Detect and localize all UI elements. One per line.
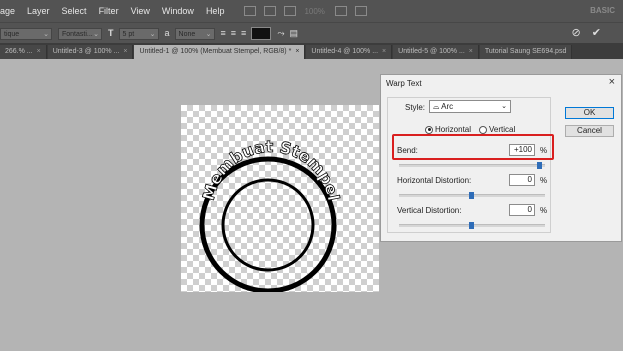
commit-check-icon[interactable]: ✔	[592, 27, 601, 39]
inner-ring	[221, 178, 315, 272]
chevron-down-icon: ⌄	[205, 30, 212, 38]
font-style-value: Fontasti...	[62, 30, 93, 38]
vertical-radio[interactable]: Vertical	[479, 125, 515, 134]
antialias-value: None	[178, 30, 196, 38]
stamp-graphic: Membuat Stempel	[198, 137, 344, 294]
tab-untitled-4[interactable]: Untitled-4 @ 100% ... ×	[306, 45, 393, 59]
warp-text-icon[interactable]: ⤳	[277, 27, 284, 40]
horizontal-distortion-label: Horizontal Distortion:	[397, 176, 472, 185]
horizontal-distortion-input[interactable]: 0	[509, 174, 535, 186]
cancel-icon[interactable]: ⊘	[572, 27, 581, 39]
font-family-select[interactable]: tique ⌄	[0, 27, 52, 40]
menu-filter[interactable]: Filter	[99, 6, 119, 16]
horizontal-radio[interactable]: Horizontal	[425, 125, 471, 134]
horizontal-distortion-slider-thumb[interactable]	[469, 192, 474, 199]
percent-label: %	[540, 176, 548, 185]
document-canvas[interactable]: Membuat Stempel	[181, 105, 379, 294]
close-icon[interactable]: ×	[123, 48, 127, 55]
tab-label: Untitled-3 @ 100% ...	[52, 48, 120, 55]
vertical-label: Vertical	[489, 125, 516, 134]
percent-label: %	[540, 206, 548, 215]
cancel-button[interactable]: Cancel	[565, 125, 614, 137]
style-select[interactable]: ⌓ Arc ⌄	[429, 100, 511, 113]
bridge-icon[interactable]	[244, 6, 257, 16]
vertical-distortion-slider-thumb[interactable]	[469, 222, 474, 229]
zoom-level[interactable]: 100%	[304, 7, 324, 16]
tab-label: Untitled-5 @ 100% ...	[398, 48, 465, 55]
options-bar: tique ⌄ Fontasti... ⌄ T 5 pt ⌄ a None ⌄ …	[0, 22, 623, 44]
font-style-select[interactable]: Fontasti... ⌄	[58, 27, 102, 40]
tab-document[interactable]: 266.% ... ×	[0, 45, 47, 59]
tab-tutorial-psd[interactable]: Tutorial Saung SE694.psd	[479, 45, 573, 59]
appbar-tools: 100%	[244, 6, 374, 16]
menu-window[interactable]: Window	[162, 6, 194, 16]
stamp-text: Membuat Stempel	[199, 137, 343, 203]
vertical-distortion-label: Vertical Distortion:	[397, 206, 462, 215]
menu-select[interactable]: Select	[62, 6, 87, 16]
bend-slider[interactable]	[399, 164, 545, 167]
vertical-distortion-input[interactable]: 0	[509, 204, 535, 216]
workspace-switcher[interactable]: BASIC	[590, 6, 615, 15]
close-icon[interactable]: ×	[295, 48, 299, 55]
close-icon[interactable]: ×	[609, 76, 615, 88]
bend-highlight-box	[392, 134, 554, 160]
ok-button[interactable]: OK	[565, 107, 614, 119]
menu-image[interactable]: age	[0, 6, 15, 16]
close-icon[interactable]: ×	[37, 48, 41, 55]
radio-button[interactable]	[425, 125, 433, 134]
align-left-icon[interactable]: ≡	[221, 27, 226, 40]
menu-view[interactable]: View	[131, 6, 150, 16]
chevron-down-icon: ⌄	[43, 30, 49, 38]
screen-mode-icon[interactable]	[354, 6, 367, 16]
arc-icon: ⌓	[433, 102, 440, 111]
chevron-down-icon: ⌄	[93, 30, 99, 38]
font-family-value: tique	[4, 30, 20, 38]
chevron-down-icon: ⌄	[501, 103, 507, 110]
tab-untitled-5[interactable]: Untitled-5 @ 100% ... ×	[393, 45, 479, 59]
close-icon[interactable]: ×	[382, 48, 386, 55]
align-right-icon[interactable]: ≡	[241, 27, 246, 40]
extras-icon[interactable]	[284, 6, 297, 16]
arrange-icon[interactable]	[334, 6, 347, 16]
tab-label: Untitled-1 @ 100% (Membuat Stempel, RGB/…	[139, 48, 292, 55]
tab-untitled-1[interactable]: Untitled-1 @ 100% (Membuat Stempel, RGB/…	[134, 45, 306, 59]
font-size-value: 5 pt	[122, 30, 135, 38]
document-tabs: 266.% ... × Untitled-3 @ 100% ... × Untitl…	[0, 43, 623, 59]
tab-untitled-3[interactable]: Untitled-3 @ 100% ... ×	[47, 45, 134, 59]
chevron-down-icon: ⌄	[149, 30, 156, 38]
character-panel-icon[interactable]: ▤	[290, 27, 299, 40]
horizontal-label: Horizontal	[435, 125, 472, 134]
close-icon[interactable]: ×	[469, 48, 473, 55]
radio-button[interactable]	[479, 125, 487, 134]
text-color-swatch[interactable]	[251, 27, 272, 40]
menu-bar: age Layer Select Filter View Window Help…	[0, 0, 623, 22]
commit-controls: ⊘ ✔	[572, 26, 602, 39]
menu-layer[interactable]: Layer	[27, 6, 50, 16]
font-size-select[interactable]: 5 pt ⌄	[118, 27, 159, 40]
antialias-icon: a	[164, 28, 170, 38]
align-center-icon[interactable]: ≡	[231, 27, 236, 40]
style-value: Arc	[441, 102, 454, 111]
tab-label: Tutorial Saung SE694.psd	[484, 48, 567, 55]
dialog-title: Warp Text	[386, 79, 422, 88]
minibridge-icon[interactable]	[264, 6, 277, 16]
tab-label: Untitled-4 @ 100% ...	[311, 48, 379, 55]
tab-label: 266.% ...	[5, 48, 33, 55]
antialias-select[interactable]: None ⌄	[174, 27, 215, 40]
menu-help[interactable]: Help	[206, 6, 225, 16]
bend-slider-thumb[interactable]	[537, 162, 542, 169]
font-size-icon: T	[108, 28, 114, 38]
style-label: Style:	[405, 103, 426, 112]
